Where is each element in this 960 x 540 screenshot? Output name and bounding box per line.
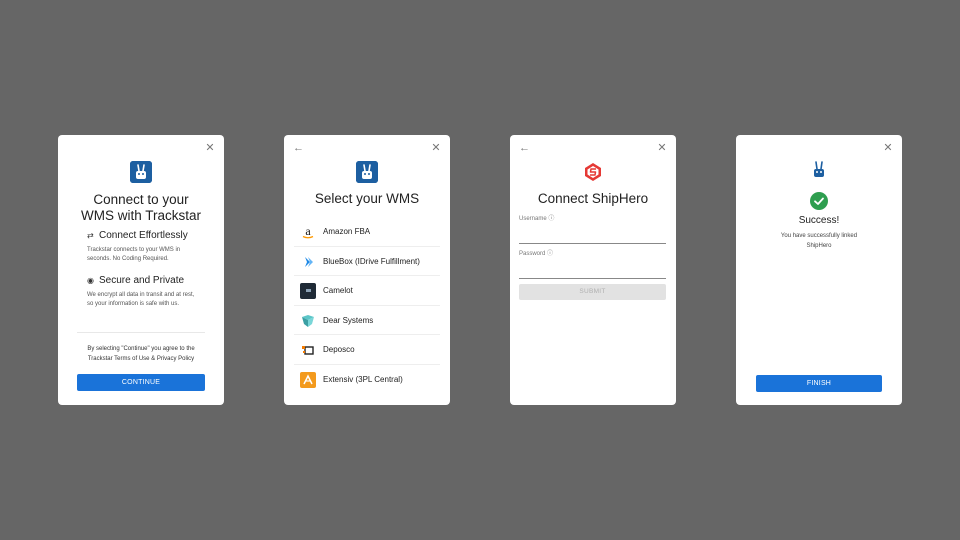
list-item[interactable]: Extensiv (3PL Central) xyxy=(294,365,440,395)
success-title: Success! xyxy=(798,215,840,226)
list-item[interactable]: a Amazon FBA xyxy=(294,217,440,247)
password-field[interactable] xyxy=(519,265,666,279)
feature-heading: Connect Effortlessly xyxy=(99,230,188,241)
wms-name: Camelot xyxy=(323,286,353,296)
deposco-logo-icon xyxy=(300,342,316,358)
connect-shiphero-modal: ← ✕ Connect ShipHero Username ⓘ Password… xyxy=(510,135,676,405)
close-icon[interactable]: ✕ xyxy=(431,143,441,154)
divider xyxy=(77,332,205,333)
username-label: Username ⓘ xyxy=(519,216,555,222)
terms-text: By selecting "Continue" you agree to the… xyxy=(87,346,195,362)
feature-description: We encrypt all data in transit and at re… xyxy=(87,292,195,308)
wms-name: Dear Systems xyxy=(323,315,374,325)
success-check-icon xyxy=(810,192,828,210)
finish-button[interactable]: FINISH xyxy=(756,375,882,392)
wms-list: a Amazon FBA BlueBox (IDrive Fulfillment… xyxy=(294,217,440,395)
connect-intro-modal: ✕ Connect to your WMS with Trackstar ⇄ C… xyxy=(58,135,224,405)
feature-heading: Secure and Private xyxy=(99,275,185,286)
success-message: You have successfully linked ShipHero xyxy=(780,233,858,249)
success-modal: ✕ Success! You have successfully linked … xyxy=(736,135,902,405)
page-title: Connect to your WMS with Trackstar xyxy=(80,192,201,223)
back-arrow-icon[interactable]: ← xyxy=(519,143,531,154)
camelot-logo-icon xyxy=(300,283,316,300)
username-field[interactable] xyxy=(519,230,666,244)
extensiv-logo-icon xyxy=(300,371,316,388)
wms-name: Extensiv (3PL Central) xyxy=(323,374,403,384)
trackstar-logo-icon xyxy=(130,161,152,183)
amazon-logo-icon: a xyxy=(300,224,316,240)
close-icon[interactable]: ✕ xyxy=(205,143,215,154)
wms-name: Amazon FBA xyxy=(323,227,371,236)
close-icon[interactable]: ✕ xyxy=(657,143,667,154)
close-icon[interactable]: ✕ xyxy=(883,143,893,154)
trackstar-logo-icon xyxy=(356,161,378,183)
list-item[interactable]: BlueBox (IDrive Fulfillment) xyxy=(294,247,440,277)
svg-text:a: a xyxy=(305,224,311,238)
page-title: Select your WMS xyxy=(314,191,420,206)
list-item[interactable]: Dear Systems xyxy=(294,306,440,336)
wms-name: Deposco xyxy=(323,345,355,355)
terms-link[interactable]: Trackstar Terms of Use & Privacy Policy xyxy=(88,356,194,362)
password-label: Password ⓘ xyxy=(519,251,554,257)
feature-description: Trackstar connects to your WMS in second… xyxy=(87,247,181,263)
submit-button[interactable]: SUBMIT xyxy=(519,284,666,300)
select-wms-modal: ← ✕ Select your WMS a Amazon FBA BlueBox… xyxy=(284,135,450,405)
dear-systems-logo-icon xyxy=(300,313,316,329)
list-item[interactable]: Deposco xyxy=(294,335,440,365)
shiphero-logo-icon xyxy=(582,161,604,183)
trackstar-logo-icon xyxy=(811,161,827,179)
bluebox-logo-icon xyxy=(300,254,316,270)
list-item[interactable]: Camelot xyxy=(294,276,440,306)
wms-name: BlueBox (IDrive Fulfillment) xyxy=(323,256,420,266)
page-title: Connect ShipHero xyxy=(537,191,649,206)
back-arrow-icon[interactable]: ← xyxy=(293,143,305,154)
continue-button[interactable]: CONTINUE xyxy=(77,374,205,391)
